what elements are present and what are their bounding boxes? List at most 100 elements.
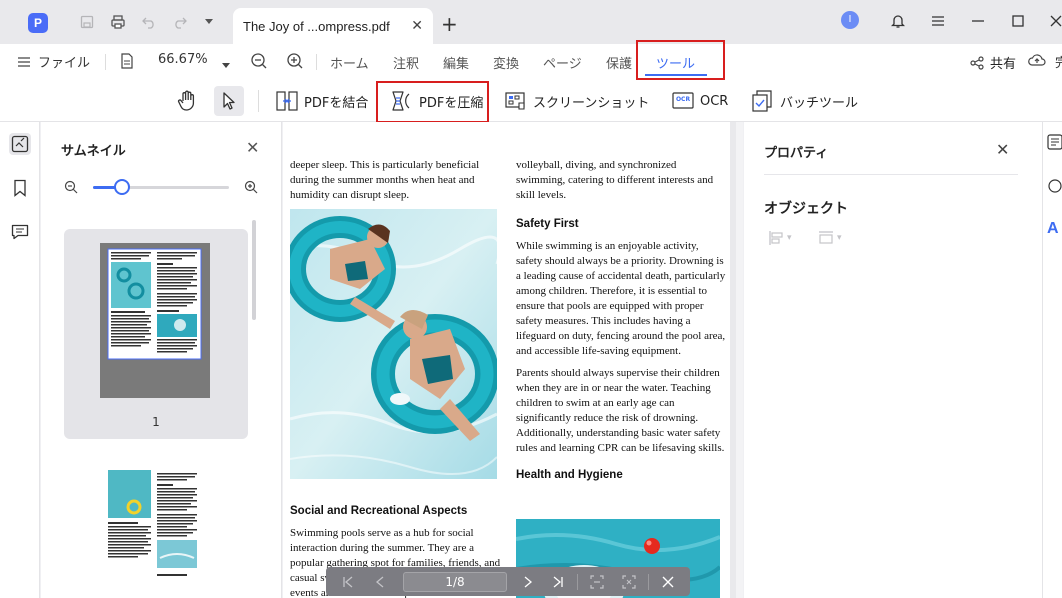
- save-icon[interactable]: [78, 13, 96, 31]
- file-menu-button[interactable]: ファイル: [18, 52, 90, 71]
- select-tool-icon[interactable]: [214, 86, 244, 116]
- left-text-column: deeper sleep. This is particularly benef…: [290, 158, 502, 210]
- quick-access-dropdown-icon[interactable]: [200, 13, 218, 31]
- title-bar: P The Joy of ...ompress.pdf ✕ + I: [0, 0, 1062, 44]
- new-tab-icon[interactable]: +: [441, 12, 458, 36]
- paragraph: Parents should always supervise their ch…: [516, 367, 725, 454]
- thumbnail-panel-title: サムネイル: [61, 144, 126, 159]
- fit-width-icon[interactable]: [584, 570, 610, 594]
- app-logo-icon: P: [28, 13, 48, 33]
- last-page-icon[interactable]: [545, 570, 571, 594]
- thumbnails-panel-icon[interactable]: [9, 133, 31, 155]
- paragraph: deeper sleep. This is particularly benef…: [290, 159, 480, 201]
- menu-protect[interactable]: 保護: [606, 53, 632, 72]
- zoom-out-icon[interactable]: [250, 52, 268, 74]
- file-menu-label: ファイル: [38, 56, 91, 71]
- batch-tools-label: バッチツール: [780, 95, 859, 111]
- close-properties-panel-icon[interactable]: ✕: [996, 140, 1009, 159]
- next-page-icon[interactable]: [515, 570, 541, 594]
- menu-convert[interactable]: 変換: [493, 53, 519, 72]
- thumbnail-panel: サムネイル ✕ 1: [41, 122, 282, 598]
- hamburger-menu-icon[interactable]: [927, 10, 949, 32]
- close-thumbnail-panel-icon[interactable]: ✕: [246, 138, 259, 157]
- page-thumbnail-2[interactable]: [64, 452, 248, 598]
- pool-floats-photo: [284, 209, 502, 479]
- menu-home[interactable]: ホーム: [330, 53, 369, 72]
- tools-tab-highlight: [636, 40, 725, 80]
- thumbnail-scrollbar[interactable]: [252, 220, 256, 320]
- share-icon: [970, 55, 984, 70]
- print-icon[interactable]: [109, 13, 127, 31]
- zoom-in-icon[interactable]: [286, 52, 304, 74]
- align-top-icon: [819, 231, 833, 244]
- page-thumbnail-image: [100, 243, 210, 398]
- zoom-dropdown-icon[interactable]: [222, 58, 230, 73]
- combine-pdf-button[interactable]: PDFを結合: [276, 88, 368, 114]
- document-tab[interactable]: The Joy of ...ompress.pdf ✕: [233, 8, 433, 44]
- fit-page-icon[interactable]: [616, 570, 642, 594]
- page-nav-divider: [577, 573, 578, 590]
- file-menu-icon: [18, 56, 30, 67]
- close-window-icon[interactable]: [1045, 10, 1062, 32]
- menu-page[interactable]: ページ: [543, 53, 582, 72]
- chevron-down-icon: ▾: [787, 233, 792, 243]
- page-thumbnail-1[interactable]: 1: [64, 229, 248, 439]
- right-sidebar-rail: A: [1042, 122, 1062, 598]
- screenshot-button[interactable]: スクリーンショット: [505, 88, 649, 114]
- menu-annotate[interactable]: 注釈: [393, 53, 419, 72]
- comment-icon[interactable]: [9, 221, 31, 243]
- menu-divider: [105, 54, 106, 70]
- page-thumbnail-image: [100, 464, 210, 598]
- menu-bar: ファイル 66.67% ホーム 注釈 編集 変換 ページ 保護 ツール 共有 完: [0, 44, 1062, 80]
- object-section-title: オブジェクト: [764, 201, 848, 217]
- pdf-page: deeper sleep. This is particularly benef…: [283, 122, 730, 598]
- menu-divider: [316, 54, 317, 70]
- document-scrollbar[interactable]: [736, 122, 743, 598]
- properties-rail-icon[interactable]: [1047, 134, 1062, 154]
- ocr-button[interactable]: OCR OCR: [672, 88, 728, 114]
- previous-page-icon[interactable]: [367, 570, 393, 594]
- left-sidebar-rail: [0, 122, 40, 598]
- document-tab-title: The Joy of ...ompress.pdf: [243, 18, 390, 34]
- page-thumbnail-number: 1: [152, 415, 160, 429]
- section-heading: Social and Recreational Aspects: [290, 505, 468, 517]
- search-rail-icon[interactable]: [1047, 178, 1062, 198]
- page-view-icon[interactable]: [120, 53, 134, 73]
- menu-edit[interactable]: 編集: [443, 53, 469, 72]
- screenshot-icon: [505, 90, 527, 112]
- maximize-icon[interactable]: [1007, 10, 1029, 32]
- redo-icon[interactable]: [171, 13, 189, 31]
- zoom-level[interactable]: 66.67%: [158, 52, 208, 67]
- chevron-down-icon: ▾: [837, 233, 842, 243]
- hand-tool-icon[interactable]: [174, 88, 200, 114]
- first-page-icon[interactable]: [335, 570, 361, 594]
- notification-bell-icon[interactable]: [887, 10, 909, 32]
- menu-overflow-label: 完: [1055, 56, 1062, 71]
- share-button[interactable]: 共有: [970, 53, 1016, 72]
- batch-tools-button[interactable]: バッチツール: [752, 88, 858, 114]
- section-heading: Health and Hygiene: [516, 469, 623, 481]
- cloud-upload-icon[interactable]: [1028, 53, 1046, 71]
- toolbar-divider: [258, 90, 259, 112]
- screenshot-label: スクリーンショット: [533, 95, 650, 111]
- align-left-dropdown[interactable]: ▾: [768, 230, 792, 246]
- avatar[interactable]: I: [841, 11, 859, 29]
- thumbnail-size-slider-handle[interactable]: [114, 179, 130, 195]
- minimize-icon[interactable]: [967, 10, 989, 32]
- combine-pdf-label: PDFを結合: [304, 95, 369, 111]
- batch-tools-icon: [752, 90, 774, 112]
- thumbnail-zoom-out-icon[interactable]: [63, 179, 79, 195]
- bookmark-icon[interactable]: [9, 177, 31, 199]
- align-top-dropdown[interactable]: ▾: [818, 230, 842, 246]
- compress-pdf-highlight: [376, 81, 489, 123]
- properties-panel-title: プロパティ: [764, 146, 829, 161]
- close-tab-icon[interactable]: ✕: [411, 18, 423, 34]
- undo-icon[interactable]: [140, 13, 158, 31]
- ai-assistant-icon[interactable]: A: [1047, 220, 1059, 238]
- close-page-nav-icon[interactable]: [655, 570, 681, 594]
- page-nav-divider: [648, 573, 649, 590]
- page-number-input[interactable]: 1/8: [403, 571, 507, 592]
- ocr-icon: OCR: [672, 90, 694, 112]
- align-left-icon: [769, 231, 783, 245]
- thumbnail-zoom-in-icon[interactable]: [243, 179, 259, 195]
